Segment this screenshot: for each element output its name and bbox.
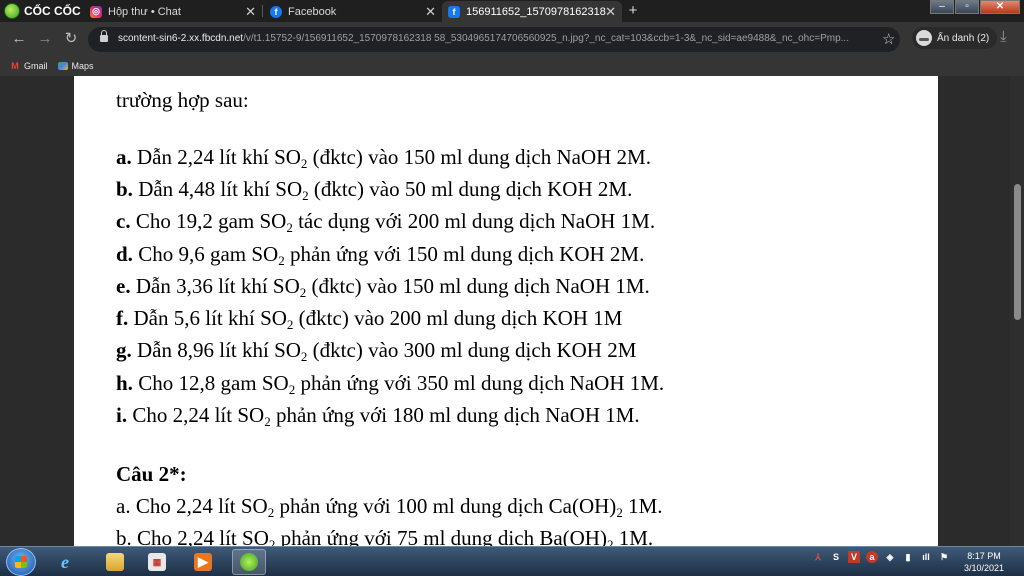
windows-taskbar: e ▦ ▶ ⅄ S V a ◈ ▮ ıll ⚑ 8:17 PM 3/10/202… [0,546,1024,576]
gmail-icon: M [11,61,19,71]
tab-title: 156911652_15709781623185 [466,5,606,18]
browser-tab-strip: CỐC CỐC ◎ Hộp thư • Chat ✕ f Facebook ✕ … [0,0,1024,22]
page-viewport: · trường hợp sau: a. Dẫn 2,24 lít khí SO… [0,76,1024,546]
start-button[interactable] [6,548,36,576]
back-button[interactable]: ← [10,30,28,48]
battery-icon[interactable]: ▮ [902,551,914,563]
incognito-icon [916,30,932,46]
instagram-icon: ◎ [90,5,102,18]
media-player-icon: ▶ [194,553,212,571]
question-item: d. Cho 9,6 gam SO2 phản ứng với 150 ml d… [116,242,645,268]
question-item: i. Cho 2,24 lít SO2 phản ứng với 180 ml … [116,403,640,429]
bookmarks-bar: M Gmail Maps [0,56,1024,76]
taskbar-ie[interactable]: e [48,549,82,575]
clock-date: 3/10/2021 [963,563,1005,573]
browser-toolbar: ← → ↻ scontent-sin6-2.xx.fbcdn.net/v/t1.… [0,22,1024,56]
facebook-icon: f [270,5,282,18]
question-item: a. Dẫn 2,24 lít khí SO2 (đktc) vào 150 m… [116,145,651,171]
question-item: h. Cho 12,8 gam SO2 phản ứng với 350 ml … [116,371,665,397]
clipped-previous-line: · [116,76,125,86]
question-item: b. Dẫn 4,48 lít khí SO2 (đktc) vào 50 ml… [116,177,633,203]
bookmark-label: Gmail [24,61,48,71]
internet-explorer-icon: e [61,552,69,572]
question-2-item: b. Cho 2,24 lít SO2 phản ứng với 75 ml d… [116,526,654,546]
new-tab-button[interactable]: + [624,2,642,20]
taskbar-app[interactable]: ▦ [140,549,174,575]
incognito-badge[interactable]: Ẩn danh (2) [912,27,998,49]
keyboard-icon[interactable]: S [830,551,842,563]
taskbar-media-player[interactable]: ▶ [186,549,220,575]
signal-icon[interactable]: ıll [920,551,932,563]
brand-label: CỐC CỐC [24,4,81,18]
clock-time: 8:17 PM [967,551,1001,561]
url-path: /v/t1.15752-9/156911652_1570978162318 58… [243,33,849,44]
tab-title: Facebook [288,5,337,18]
tab-chat[interactable]: ◎ Hộp thư • Chat ✕ [84,1,262,22]
url-host: scontent-sin6-2.xx.fbcdn.net [118,33,244,44]
forward-button[interactable]: → [36,30,54,48]
address-bar[interactable]: scontent-sin6-2.xx.fbcdn.net/v/t1.15752-… [88,27,900,52]
close-icon[interactable]: ✕ [245,4,256,20]
intro-line: trường hợp sau: [116,88,249,112]
bookmark-star-icon[interactable]: ☆ [882,30,895,48]
folder-icon [106,553,124,571]
question-item: e. Dẫn 3,36 lít khí SO2 (đktc) vào 150 m… [116,274,650,300]
reload-button[interactable]: ↻ [62,30,80,48]
close-window-button[interactable]: ✕ [980,0,1020,14]
taskbar-coccoc[interactable] [232,549,266,575]
incognito-label: Ẩn danh (2) [937,32,990,44]
minimize-button[interactable]: – [930,0,954,14]
question-item: c. Cho 19,2 gam SO2 tác dụng với 200 ml … [116,209,656,235]
browser-brand[interactable]: CỐC CỐC [4,2,81,20]
antivirus-icon[interactable]: V [848,551,860,563]
restore-button[interactable]: ▫ [955,0,979,14]
url-text[interactable]: scontent-sin6-2.xx.fbcdn.net/v/t1.15752-… [118,33,858,44]
tab-facebook[interactable]: f Facebook ✕ [264,1,442,22]
question-2-title: Câu 2*: [116,462,187,486]
document-image: · trường hợp sau: a. Dẫn 2,24 lít khí SO… [74,76,938,546]
flag-icon[interactable]: ⚑ [938,551,950,563]
facebook-icon: f [448,5,460,18]
question-item: f. Dẫn 5,6 lít khí SO2 (đktc) vào 200 ml… [116,306,623,332]
coccoc-logo-icon [4,3,20,19]
app-icon: ▦ [148,553,166,571]
bookmark-label: Maps [71,61,94,71]
pdf-icon[interactable]: ⅄ [812,551,824,563]
window-controls: – ▫ ✕ [929,0,1020,14]
question-2-item: a. Cho 2,24 lít SO2 phản ứng với 100 ml … [116,494,663,520]
bookmark-gmail[interactable]: M Gmail [10,61,48,71]
network-icon[interactable]: ◈ [884,551,896,563]
vertical-scrollbar[interactable] [1010,76,1024,546]
system-clock[interactable]: 8:17 PM 3/10/2021 [954,550,1014,574]
maps-icon [57,62,68,70]
question-item: g. Dẫn 8,96 lít khí SO2 (đktc) vào 300 m… [116,338,637,364]
download-icon[interactable]: ⤓ [1000,28,1007,45]
tab-divider [262,5,263,17]
tab-title: Hộp thư • Chat [108,5,181,18]
tab-image[interactable]: f 156911652_15709781623185 ✕ [442,1,622,22]
scrollbar-thumb[interactable] [1014,184,1021,320]
system-tray: ⅄ S V a ◈ ▮ ıll ⚑ [812,551,950,563]
close-icon[interactable]: ✕ [605,4,616,20]
close-icon[interactable]: ✕ [425,4,436,20]
alert-icon[interactable]: a [866,551,878,563]
lock-icon [100,30,108,44]
coccoc-browser-icon [240,553,258,571]
bookmark-maps[interactable]: Maps [57,61,94,71]
taskbar-explorer[interactable] [98,549,132,575]
